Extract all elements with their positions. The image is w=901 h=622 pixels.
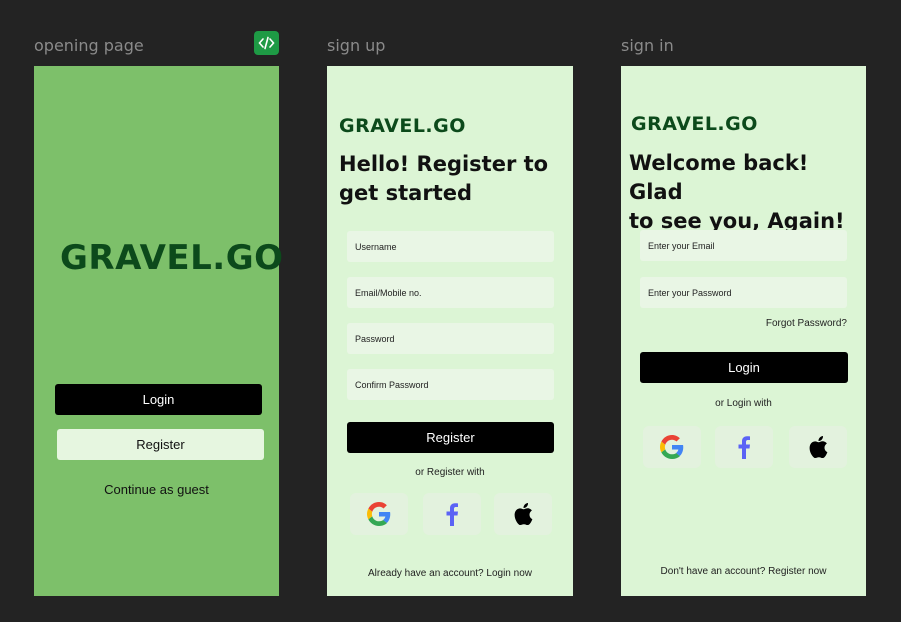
login-now-link[interactable]: Already have an account? Login now — [327, 568, 573, 579]
google-icon — [367, 502, 391, 526]
login-button[interactable]: Login — [55, 384, 262, 415]
register-button[interactable]: Register — [57, 429, 264, 460]
google-button[interactable] — [643, 426, 701, 468]
password-field[interactable]: Enter your Password — [640, 277, 847, 308]
facebook-button[interactable] — [423, 493, 481, 535]
or-login-with-label: or Login with — [715, 398, 772, 409]
signin-frame: GRAVEL.GO Welcome back! Glad to see you,… — [621, 66, 866, 596]
continue-as-guest-link[interactable]: Continue as guest — [34, 482, 279, 497]
apple-button[interactable] — [494, 493, 552, 535]
frame-title-opening[interactable]: opening page — [34, 36, 144, 55]
forgot-password-link[interactable]: Forgot Password? — [701, 318, 847, 329]
password-field[interactable]: Password — [347, 323, 554, 354]
facebook-button[interactable] — [715, 426, 773, 468]
facebook-icon — [446, 503, 458, 526]
username-field[interactable]: Username — [347, 231, 554, 262]
page-title: Welcome back! Glad to see you, Again! — [629, 149, 866, 236]
login-button[interactable]: Login — [640, 352, 848, 383]
frame-title-signin[interactable]: sign in — [621, 36, 674, 55]
register-now-link[interactable]: Don't have an account? Register now — [621, 566, 866, 577]
app-logo: GRAVEL.GO — [631, 113, 758, 135]
headline-line: Hello! Register to — [339, 152, 549, 176]
google-button[interactable] — [350, 493, 408, 535]
apple-icon — [514, 502, 533, 526]
code-icon[interactable] — [254, 31, 279, 55]
headline-line: Welcome back! Glad — [629, 151, 809, 204]
page-title: Hello! Register to get started — [339, 150, 548, 208]
app-logo: GRAVEL.GO — [339, 115, 466, 137]
app-logo: GRAVEL.GO — [60, 238, 284, 278]
or-register-with-label: or Register with — [415, 467, 485, 478]
google-icon — [660, 435, 684, 459]
signup-frame: GRAVEL.GO Hello! Register to get started… — [327, 66, 573, 596]
headline-line: get started — [339, 181, 473, 205]
register-button[interactable]: Register — [347, 422, 554, 453]
email-field[interactable]: Email/Mobile no. — [347, 277, 554, 308]
opening-page-frame: GRAVEL.GO Login Register Continue as gue… — [34, 66, 283, 596]
confirm-password-field[interactable]: Confirm Password — [347, 369, 554, 400]
apple-icon — [809, 435, 828, 459]
email-field[interactable]: Enter your Email — [640, 230, 847, 261]
facebook-icon — [738, 436, 750, 459]
frame-title-signup[interactable]: sign up — [327, 36, 385, 55]
apple-button[interactable] — [789, 426, 847, 468]
